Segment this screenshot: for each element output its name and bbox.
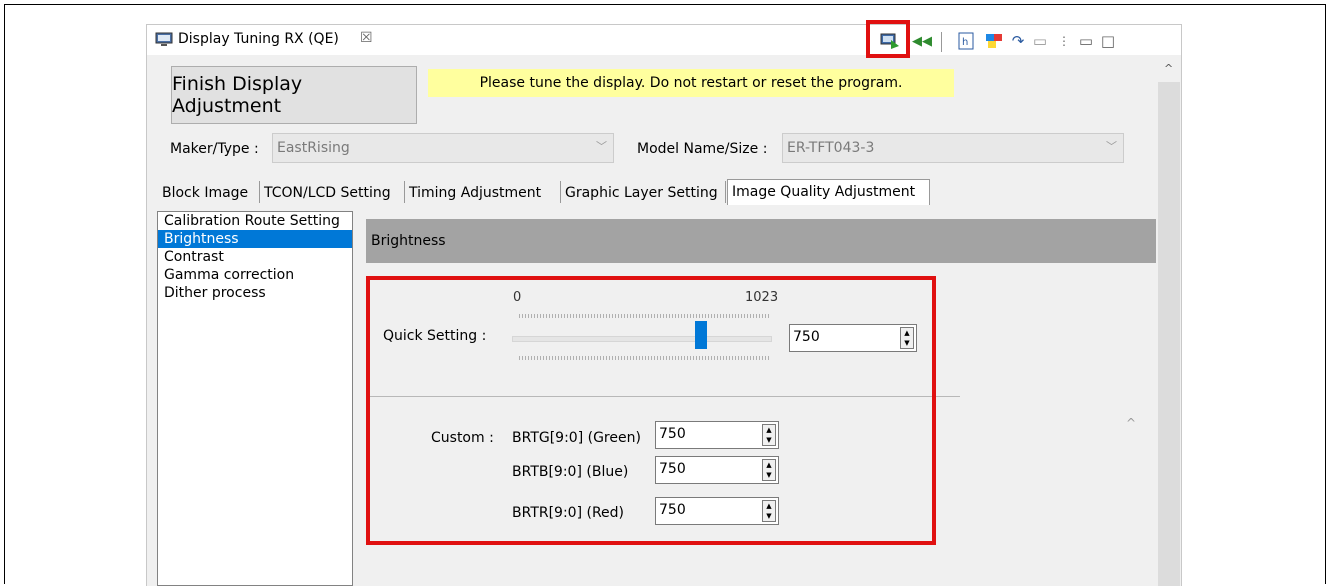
- rewind-icon[interactable]: ◀◀: [912, 31, 932, 51]
- maker-type-label: Maker/Type :: [170, 141, 259, 157]
- model-name-value: ER-TFT043-3: [787, 140, 875, 156]
- tab-tcon-lcd[interactable]: TCON/LCD Setting: [260, 181, 405, 203]
- section-title: Brightness: [366, 219, 1156, 263]
- maker-type-select[interactable]: EastRising ﹀: [272, 133, 614, 163]
- notice-banner: Please tune the display. Do not restart …: [428, 69, 954, 97]
- close-icon[interactable]: ☒: [360, 30, 373, 46]
- palette-icon[interactable]: [984, 31, 1004, 51]
- highlight-brightness-controls: [366, 276, 936, 545]
- view-menu-icon[interactable]: ⋮: [1054, 31, 1074, 51]
- model-name-select[interactable]: ER-TFT043-3 ﹀: [782, 133, 1124, 163]
- list-item-calibration[interactable]: Calibration Route Setting: [158, 212, 352, 230]
- tab-graphic-layer[interactable]: Graphic Layer Setting: [561, 181, 726, 203]
- view-tab[interactable]: Display Tuning RX (QE) ☒: [147, 25, 392, 55]
- tab-timing[interactable]: Timing Adjustment: [405, 181, 561, 203]
- layout-icon[interactable]: ▭: [1030, 31, 1050, 51]
- toolbar-divider: [941, 32, 942, 52]
- list-item-brightness[interactable]: Brightness: [158, 230, 352, 248]
- list-item-dither[interactable]: Dither process: [158, 284, 352, 302]
- chevron-up-icon: ^: [1126, 416, 1137, 430]
- minimize-icon[interactable]: ▭: [1076, 31, 1096, 51]
- model-name-label: Model Name/Size :: [637, 141, 768, 157]
- list-item-contrast[interactable]: Contrast: [158, 248, 352, 266]
- h-document-icon[interactable]: h: [956, 31, 976, 51]
- monitor-icon: [155, 32, 173, 46]
- redo-icon[interactable]: ↷: [1008, 31, 1028, 51]
- chevron-down-icon: ﹀: [1106, 140, 1117, 153]
- inner-scrollbar[interactable]: ^: [1120, 410, 1144, 586]
- highlight-finish-tool: [866, 20, 910, 58]
- list-item-gamma[interactable]: Gamma correction: [158, 266, 352, 284]
- tab-image-quality[interactable]: Image Quality Adjustment: [727, 179, 930, 205]
- finish-adjustment-button[interactable]: Finish Display Adjustment: [171, 66, 417, 124]
- maximize-icon[interactable]: □: [1098, 31, 1118, 51]
- vertical-scrollbar[interactable]: [1158, 82, 1180, 586]
- tab-block-image[interactable]: Block Image: [158, 181, 260, 203]
- scroll-up-area[interactable]: ^: [1158, 62, 1180, 82]
- adjustment-list: Calibration Route Setting Brightness Con…: [157, 211, 353, 586]
- chevron-up-icon: ^: [1164, 62, 1174, 75]
- svg-text:h: h: [962, 37, 968, 48]
- chevron-down-icon: ﹀: [596, 140, 607, 153]
- view-title: Display Tuning RX (QE): [178, 31, 339, 47]
- maker-type-value: EastRising: [277, 140, 350, 156]
